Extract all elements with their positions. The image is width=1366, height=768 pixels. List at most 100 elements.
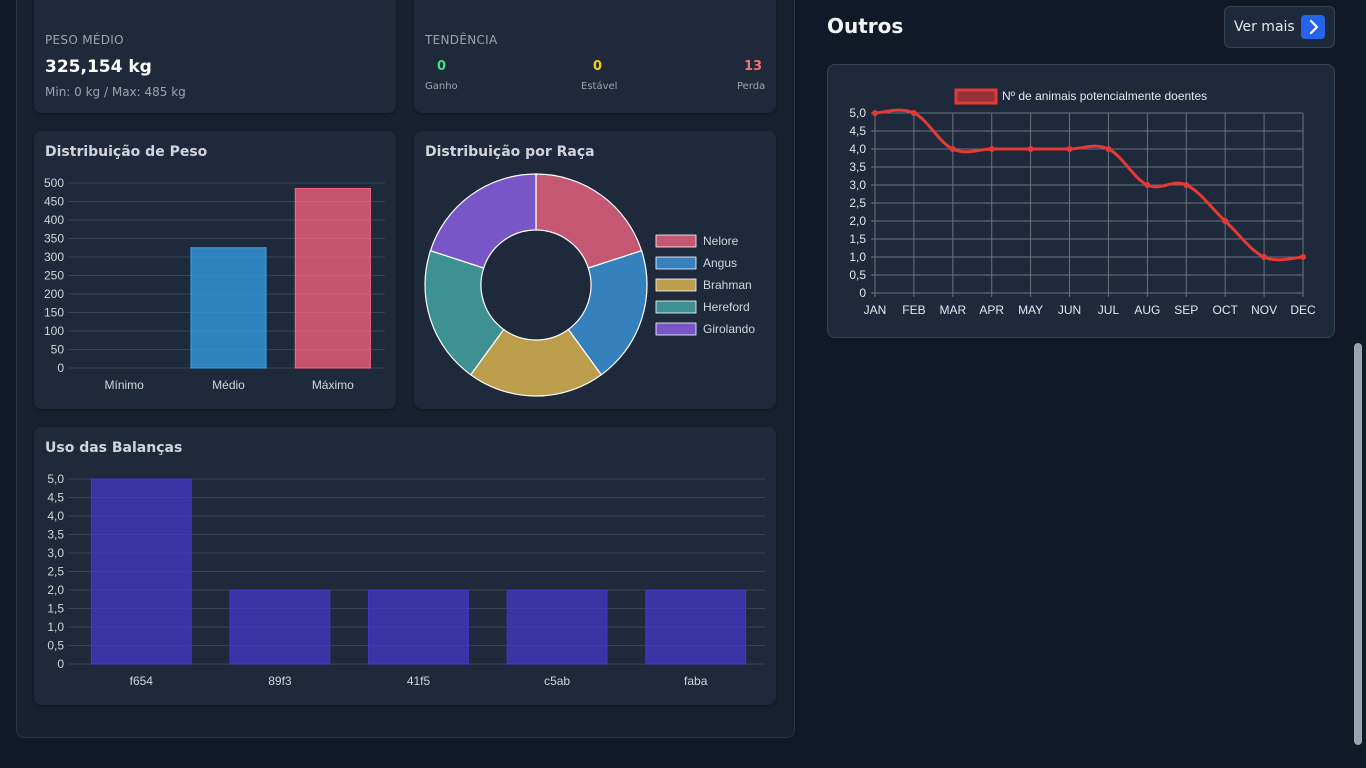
stat-card-peso-medio: PESO MÉDIO 325,154 kg Min: 0 kg / Max: 4… [34,0,396,113]
data-point [1066,146,1073,152]
sick-animals-card: 0 0,5 1,0 1,5 2,0 2,5 3,0 3,5 4,0 4,5 5,0 JAN FEB MAR… [827,64,1335,338]
data-point [1300,254,1306,260]
y-tick-label: 2,0 [849,214,866,228]
y-tick-label: 150 [44,306,64,320]
legend-swatch [954,88,998,105]
trend-stable-value: 0 [593,59,603,74]
y-tick-label: 0 [57,361,64,375]
legend-label: Brahman [703,278,752,292]
data-point [1222,218,1229,224]
y-tick-label: 3,0 [849,178,866,192]
ver-mais-button[interactable]: Ver mais [1224,6,1335,48]
legend-label: Angus [703,256,737,270]
x-tick-label: FEB [902,303,925,317]
weight-bar-chart: 0 50 100 150 200 250 300 350 400 450 500 Mínimo Médi… [44,176,385,392]
x-tick-label: APR [979,303,1004,317]
legend-swatch [655,278,697,292]
legend-swatch [655,234,697,248]
bar [368,589,469,665]
y-tick-label: 0 [859,286,866,300]
data-point [988,146,995,152]
x-tick-label: Máximo [312,378,354,392]
trend-gain-value: 0 [437,59,447,74]
data-point [1027,146,1034,152]
trend-stable-label: Estável [581,81,618,92]
ver-mais-label: Ver mais [1234,19,1295,35]
y-tick-label: 4,0 [47,509,64,523]
peso-medio-label: PESO MÉDIO [45,33,124,47]
y-tick-label: 1,0 [47,620,64,634]
legend-label: Girolando [703,322,755,336]
x-tick-label: OCT [1213,303,1239,317]
x-tick-label: faba [684,674,708,688]
weight-distribution-card: Distribuição de Peso 0 50 100 150 200 250 300 3… [34,131,396,409]
data-point [1105,146,1112,152]
breed-distribution-card: Distribuição por Raça Nelore Angus Brahman… [414,131,776,409]
y-tick-label: 4,5 [849,124,866,138]
y-tick-label: 3,5 [849,160,866,174]
data-point [1144,182,1151,188]
y-tick-label: 0 [57,657,64,671]
pie-slice [429,173,537,269]
y-tick-label: 450 [44,195,64,209]
scrollbar-thumb[interactable] [1354,343,1362,745]
data-point [910,110,917,116]
bar [645,589,747,665]
bar [229,589,331,665]
y-tick-label: 50 [51,343,65,357]
y-tick-label: 2,5 [47,565,64,579]
y-tick-label: 0,5 [849,268,866,282]
y-tick-label: 1,5 [849,232,866,246]
y-tick-label: 0,5 [47,639,64,653]
y-tick-label: 5,0 [849,106,866,120]
x-tick-label: 89f3 [268,674,292,688]
y-tick-label: 2,5 [849,196,866,210]
x-tick-label: DEC [1290,303,1316,317]
x-tick-label: MAR [939,303,966,317]
x-tick-label: c5ab [544,674,570,688]
peso-medio-range: Min: 0 kg / Max: 485 kg [45,85,186,99]
x-tick-label: JUN [1058,303,1081,317]
legend-label: Nelore [703,234,739,248]
x-tick-label: JAN [864,303,887,317]
y-tick-label: 200 [44,287,64,301]
stat-card-tendencia: TENDÊNCIA 0 Ganho 0 Estável 13 Perda [414,0,776,113]
bar [506,589,608,665]
x-tick-label: Médio [212,378,245,392]
legend-swatch [655,256,697,270]
x-tick-label: NOV [1251,303,1277,317]
pie-slice [535,173,643,269]
x-tick-label: SEP [1174,303,1198,317]
y-tick-label: 5,0 [47,472,64,486]
chevron-right-icon [1301,15,1325,39]
legend-swatch [655,300,697,314]
y-tick-label: 3,0 [47,546,64,560]
data-point [949,146,956,152]
peso-medio-value: 325,154 kg [45,57,152,77]
x-tick-label: Mínimo [104,378,144,392]
x-tick-label: f654 [130,674,154,688]
trend-loss-value: 13 [744,59,763,74]
bar [294,188,371,369]
y-tick-label: 100 [44,324,64,338]
data-point [872,110,878,116]
y-tick-label: 1,0 [849,250,866,264]
legend-label: Nº de animais potencialmente doentes [1002,89,1207,103]
x-tick-label: 41f5 [407,674,431,688]
y-tick-label: 350 [44,232,64,246]
y-tick-label: 1,5 [47,602,64,616]
y-tick-label: 300 [44,250,64,264]
data-point [1261,254,1268,260]
y-tick-label: 400 [44,213,64,227]
y-tick-label: 250 [44,269,64,283]
y-tick-label: 4,5 [47,491,64,505]
x-tick-label: AUG [1134,303,1160,317]
trend-gain-label: Ganho [425,81,458,92]
scales-usage-card: Uso das Balanças 0 0,5 1,0 1,5 2,0 2,5 3,0 3,5 4… [34,427,776,705]
scales-bar-chart: 0 0,5 1,0 1,5 2,0 2,5 3,0 3,5 4,0 4,5 5,0 f654 89f3 4… [47,472,765,688]
tendencia-label: TENDÊNCIA [425,33,498,47]
bar [90,478,192,665]
sick-animals-line-chart: 0 0,5 1,0 1,5 2,0 2,5 3,0 3,5 4,0 4,5 5,0 JAN FEB MAR… [849,88,1316,317]
x-tick-label: MAY [1018,303,1043,317]
y-tick-label: 2,0 [47,583,64,597]
